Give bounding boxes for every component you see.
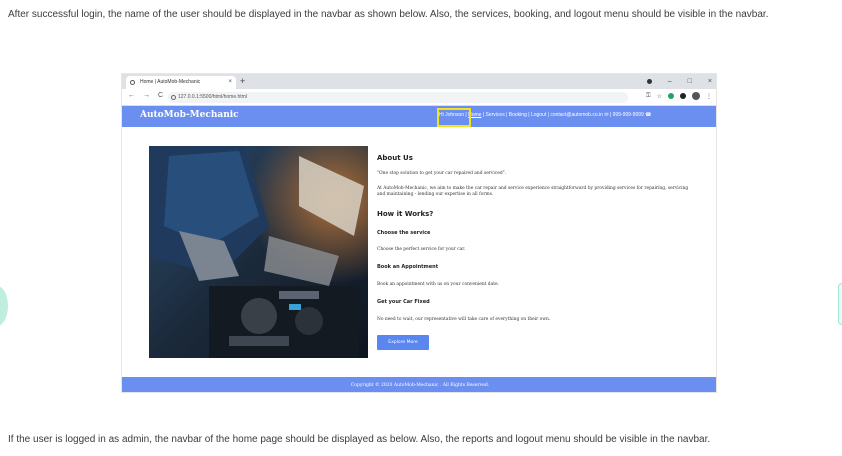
maximize-icon: □ xyxy=(687,78,692,85)
url-text: 127.0.0.1:5500/html/home.html xyxy=(178,94,247,100)
how-heading: How it Works? xyxy=(377,210,434,218)
info-icon xyxy=(171,95,176,100)
extension-dark-icon xyxy=(680,93,686,99)
phone-icon: ☎ xyxy=(645,112,652,118)
about-quote: "One stop solution to get your car repai… xyxy=(377,171,507,176)
intro-paragraph: After successful login, the name of the … xyxy=(8,9,769,20)
browser-tab-bar: Home | AutoMob-Mechanic × + – □ × xyxy=(122,74,716,89)
step3-title: Get your Car Fixed xyxy=(377,299,430,305)
extension-green-icon xyxy=(668,93,674,99)
nav-logout-link: Logout xyxy=(530,112,547,118)
back-icon: ← xyxy=(128,92,135,99)
profile-avatar-icon xyxy=(692,92,700,100)
highlight-box xyxy=(437,108,471,127)
nav-booking-link: Booking xyxy=(508,112,527,118)
globe-icon xyxy=(130,80,135,85)
url-field: 127.0.0.1:5500/html/home.html xyxy=(168,92,628,103)
browser-nav-icons: ← → C xyxy=(128,92,163,99)
left-side-decoration xyxy=(0,286,8,326)
mechanic-photo-graphic xyxy=(149,146,368,358)
browser-tab: Home | AutoMob-Mechanic × xyxy=(126,76,236,89)
right-side-decoration xyxy=(838,283,842,325)
star-icon: ☆ xyxy=(656,93,662,100)
more-menu-icon: ⋮ xyxy=(706,93,712,100)
extension-icons: ⚿ ☆ ⋮ xyxy=(646,92,712,100)
reload-icon: C xyxy=(158,92,164,99)
nav-services-link: Services xyxy=(485,112,505,118)
step2-title: Book an Appointment xyxy=(377,264,439,270)
site-navbar: AutoMob-Mechanic Hi Johnson | Home | Ser… xyxy=(122,106,716,127)
about-text: At AutoMob-Mechanic, we aim to make the … xyxy=(377,186,689,197)
step2-text: Book an appointment with us on your conv… xyxy=(377,282,499,287)
nav-email: contact@automob.co.in xyxy=(550,112,603,118)
mechanic-photo xyxy=(149,146,368,358)
nav-phone: 999-999-9999 xyxy=(612,112,644,118)
site-footer: Copyright © 2020 AutoMob-Mechanic . All … xyxy=(122,377,716,392)
step3-text: No need to wait, our representative will… xyxy=(377,317,551,322)
profile-dot-icon xyxy=(647,79,652,84)
tab-close-icon: × xyxy=(228,79,232,85)
forward-icon: → xyxy=(143,92,150,99)
key-icon: ⚿ xyxy=(646,92,651,99)
embedded-browser-screenshot: Home | AutoMob-Mechanic × + – □ × ← → C … xyxy=(121,73,717,393)
outro-paragraph: If the user is logged in as admin, the n… xyxy=(8,434,711,445)
browser-address-bar: ← → C 127.0.0.1:5500/html/home.html ⚿ ☆ … xyxy=(122,89,716,106)
explore-more-button: Explore More xyxy=(377,335,429,350)
step1-title: Choose the service xyxy=(377,230,431,236)
close-window-icon: × xyxy=(707,78,712,85)
step1-text: Choose the perfect service for your car. xyxy=(377,247,466,252)
minimize-icon: – xyxy=(667,78,672,85)
new-tab-icon: + xyxy=(240,76,246,86)
tab-title: Home | AutoMob-Mechanic xyxy=(140,79,201,85)
site-brand: AutoMob-Mechanic xyxy=(140,110,239,120)
window-controls: – □ × xyxy=(668,74,712,89)
about-heading: About Us xyxy=(377,154,413,162)
